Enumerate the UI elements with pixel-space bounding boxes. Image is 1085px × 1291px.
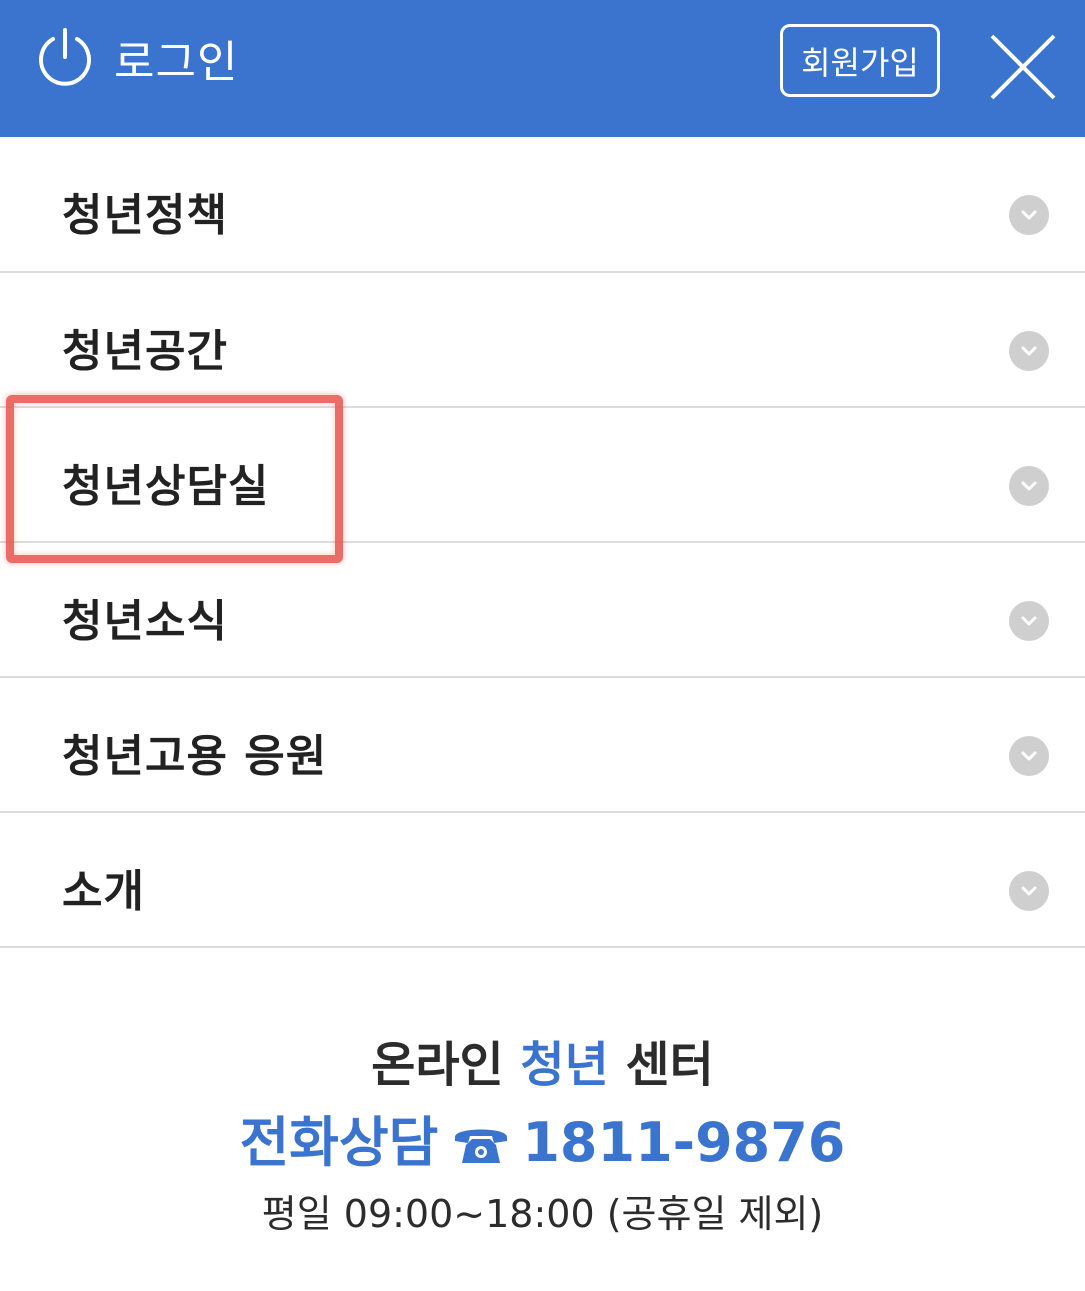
- business-hours: 평일 09:00~18:00 (공휴일 제외): [261, 1192, 824, 1236]
- header-bar: 로그인 회원가입: [0, 0, 1085, 137]
- center-suffix: 센터: [625, 1037, 714, 1093]
- menu-item-label: 청년정책: [62, 190, 228, 241]
- menu-item-label: 청년공간: [62, 326, 228, 377]
- menu-item-label: 청년고용 응원: [62, 731, 328, 782]
- menu-item-youth-policy[interactable]: 청년정책: [0, 137, 1085, 273]
- center-brand: 청년: [520, 1037, 609, 1093]
- menu-item-about[interactable]: 소개: [0, 813, 1085, 948]
- menu-item-youth-employment[interactable]: 청년고용 응원: [0, 678, 1085, 813]
- menu-item-youth-space[interactable]: 청년공간: [0, 273, 1085, 408]
- login-label: 로그인: [114, 37, 239, 88]
- phone-line[interactable]: 전화상담 1811-9876: [0, 1106, 1085, 1180]
- footer: 온라인 청년 센터 전화상담 1811-9876 평일 09:00~18:00 …: [0, 1030, 1085, 1242]
- chevron-down-icon[interactable]: [1008, 465, 1050, 507]
- center-prefix: 온라인: [371, 1037, 504, 1093]
- power-icon: [39, 28, 91, 86]
- menu-item-label: 청년상담실: [62, 461, 270, 512]
- login-button[interactable]: 로그인: [36, 26, 238, 90]
- center-name: 온라인 청년 센터: [0, 1030, 1085, 1100]
- telephone-icon: [455, 1129, 508, 1163]
- menu-item-youth-news[interactable]: 청년소식: [0, 543, 1085, 678]
- chevron-down-icon[interactable]: [1008, 330, 1050, 372]
- chevron-down-icon[interactable]: [1008, 735, 1050, 777]
- chevron-down-icon[interactable]: [1008, 194, 1050, 236]
- chevron-down-icon[interactable]: [1008, 600, 1050, 642]
- signup-button[interactable]: 회원가입: [780, 24, 940, 97]
- menu-list: 청년정책 청년공간 청년상담실 청년소식 청년고용 응원 소개: [0, 137, 1085, 948]
- menu-item-label: 소개: [62, 866, 145, 917]
- menu-item-label: 청년소식: [62, 596, 228, 647]
- phone-label: 전화상담: [239, 1111, 439, 1174]
- menu-item-youth-counseling[interactable]: 청년상담실: [0, 408, 1085, 543]
- close-icon[interactable]: [988, 32, 1058, 102]
- chevron-down-icon[interactable]: [1008, 870, 1050, 912]
- phone-number: 1811-9876: [522, 1111, 846, 1174]
